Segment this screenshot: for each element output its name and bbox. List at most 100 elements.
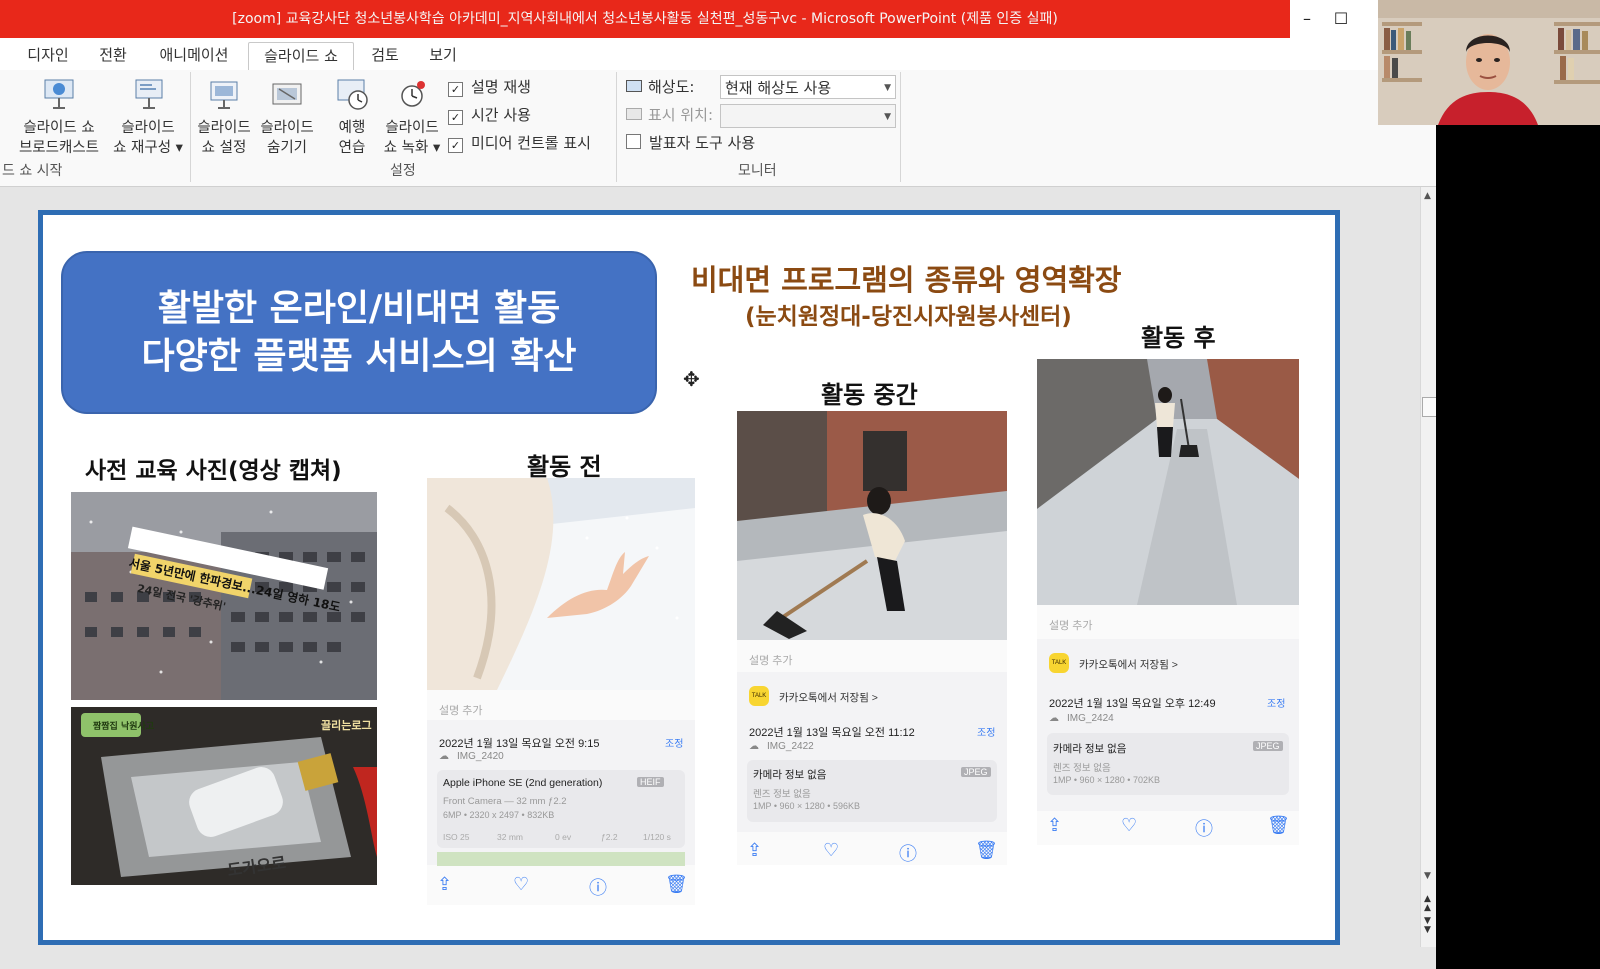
scroll-thumb[interactable] xyxy=(1422,397,1437,417)
scroll-down-icon[interactable]: ▼ xyxy=(1424,871,1431,881)
cloud-icon: ☁ xyxy=(749,741,759,752)
add-caption[interactable]: 설명 추가 xyxy=(749,652,793,668)
label-after: 활동 후 xyxy=(1141,324,1216,352)
custom-show-icon xyxy=(130,76,166,112)
resolution-text: 해상도: xyxy=(648,78,695,96)
slide[interactable]: 활발한 온라인/비대면 활동 다양한 플랫폼 서비스의 확산 비대면 프로그램의… xyxy=(38,210,1340,945)
adjust-link[interactable]: 조정 xyxy=(977,724,995,739)
saved-from-label[interactable]: 카카오톡에서 저장됨 > xyxy=(1079,657,1178,672)
tab-transitions[interactable]: 전환 xyxy=(88,42,138,69)
group-monitor-label: 모니터 xyxy=(738,163,777,179)
exif-iso: ISO 25 xyxy=(443,832,470,842)
shoveling-snow-image xyxy=(737,411,1007,640)
share-icon[interactable]: ⇪ xyxy=(437,874,452,895)
hide-slide-button[interactable]: 슬라이드 숨기기 xyxy=(256,76,318,158)
before-photo xyxy=(427,478,695,690)
info-icon[interactable]: ⓘ xyxy=(1195,815,1213,841)
tab-view[interactable]: 보기 xyxy=(418,42,468,69)
dropdown-arrow-icon: ▼ xyxy=(884,112,891,122)
resolution-value: 현재 해상도 사용 xyxy=(725,79,832,97)
window-controls: – ☐ xyxy=(1290,0,1378,38)
custom-slideshow-button[interactable]: 슬라이드 쇼 재구성 ▾ xyxy=(110,76,186,158)
saved-from-label[interactable]: 카카오톡에서 저장됨 > xyxy=(779,690,878,705)
show-on-dropdown[interactable]: ▼ xyxy=(720,104,896,128)
image-specs: 1MP • 960 × 1280 • 596KB xyxy=(753,801,860,811)
cloud-icon: ☁ xyxy=(439,751,449,762)
checkbox-checked-icon: ✓ xyxy=(448,138,463,153)
setup-show-icon xyxy=(206,76,242,112)
tab-slideshow[interactable]: 슬라이드 쇼 xyxy=(248,42,354,71)
label-pre-education: 사전 교육 사진(영상 캡쳐) xyxy=(85,458,342,484)
title-box: 활발한 온라인/비대면 활동 다양한 플랫폼 서비스의 확산 xyxy=(61,251,657,414)
after-photo xyxy=(1037,359,1299,605)
webcam-video xyxy=(1378,0,1600,125)
play-narrations-checkbox[interactable]: ✓ 설명 재생 xyxy=(448,76,531,98)
cleared-path-image xyxy=(1037,359,1299,605)
ribbon-separator xyxy=(190,72,191,182)
hide-slide-icon xyxy=(269,76,305,112)
record-slideshow-button[interactable]: 슬라이드 쇼 녹화 ▾ xyxy=(380,76,444,158)
favorite-heart-icon[interactable]: ♡ xyxy=(1121,815,1137,836)
setup-label-1: 슬라이드 xyxy=(197,120,251,136)
rehearse-timings-button[interactable]: 예행 연습 xyxy=(326,76,378,158)
info-icon[interactable]: ⓘ xyxy=(589,874,607,900)
after-photo-info-panel: 설명 추가 TALK 카카오톡에서 저장됨 > 2022년 1월 13일 목요일… xyxy=(1037,605,1299,845)
window-title-bar: [zoom] 교육강사단 청소년봉사학습 아카데미_지역사회내에서 청소년봉사활… xyxy=(0,0,1290,38)
info-icon[interactable]: ⓘ xyxy=(899,840,917,866)
group-start-label: 드 쇼 시작 xyxy=(2,163,63,179)
tab-review[interactable]: 검토 xyxy=(360,42,410,69)
image-specs: 1MP • 960 × 1280 • 702KB xyxy=(1053,775,1160,785)
show-media-controls-checkbox[interactable]: ✓ 미디어 컨트롤 표시 xyxy=(448,132,591,154)
image-specs: 6MP • 2320 x 2497 • 832KB xyxy=(443,810,555,820)
prev-slide-icon[interactable]: ▲ ▲ xyxy=(1424,895,1431,913)
adjust-link[interactable]: 조정 xyxy=(665,735,683,750)
trash-icon[interactable]: 🗑 xyxy=(665,874,688,895)
exif-focal: 32 mm xyxy=(497,832,523,842)
share-icon[interactable]: ⇪ xyxy=(747,840,762,861)
map-preview xyxy=(437,852,685,866)
adjust-link[interactable]: 조정 xyxy=(1267,695,1285,710)
file-name: IMG_2420 xyxy=(457,751,504,762)
trash-icon[interactable]: 🗑 xyxy=(975,840,998,861)
hide-slide-label-1: 슬라이드 xyxy=(260,120,314,136)
scroll-up-icon[interactable]: ▲ xyxy=(1424,191,1431,201)
camera-lens: Front Camera — 32 mm ƒ2.2 xyxy=(443,796,567,807)
title-box-line-2: 다양한 플랫폼 서비스의 확산 xyxy=(141,336,577,377)
minimize-button[interactable]: – xyxy=(1290,0,1324,38)
trash-icon[interactable]: 🗑 xyxy=(1267,815,1290,836)
format-badge: JPEG xyxy=(1253,741,1283,751)
checkbox-checked-icon: ✓ xyxy=(448,82,463,97)
show-on-text: 표시 위치: xyxy=(648,106,714,124)
window-title: [zoom] 교육강사단 청소년봉사학습 아카데미_지역사회내에서 청소년봉사활… xyxy=(232,11,1058,27)
setup-label-2: 쇼 설정 xyxy=(201,140,247,156)
next-slide-icon[interactable]: ▼ ▼ xyxy=(1424,917,1431,935)
rehearse-label-1: 예행 xyxy=(338,120,366,136)
use-timings-checkbox[interactable]: ✓ 시간 사용 xyxy=(448,104,531,126)
group-setup-label: 설정 xyxy=(390,163,416,179)
camera-info: 카메라 정보 없음 xyxy=(1053,743,1127,755)
record-icon xyxy=(394,76,430,112)
share-icon[interactable]: ⇪ xyxy=(1047,815,1062,836)
tab-animations[interactable]: 애니메이션 xyxy=(146,42,242,69)
custom-show-label-2: 쇼 재구성 ▾ xyxy=(113,140,183,156)
label-middle: 활동 중간 xyxy=(821,381,918,409)
lens-info: 렌즈 정보 없음 xyxy=(753,789,811,800)
add-caption[interactable]: 설명 추가 xyxy=(1049,617,1093,633)
title-box-line-1: 활발한 온라인/비대면 활동 xyxy=(157,288,561,329)
favorite-heart-icon[interactable]: ♡ xyxy=(823,840,839,861)
tab-design[interactable]: 디자인 xyxy=(14,42,82,69)
setup-slideshow-button[interactable]: 슬라이드 쇼 설정 xyxy=(194,76,254,158)
presenter-view-checkbox[interactable]: 발표자 도구 사용 xyxy=(626,132,755,154)
ribbon: 슬라이드 쇼 브로드캐스트 슬라이드 쇼 재구성 ▾ 드 쇼 시작 슬라이드 쇼… xyxy=(0,70,1436,187)
resolution-dropdown[interactable]: 현재 해상도 사용 ▼ xyxy=(720,75,896,99)
broadcast-slideshow-button[interactable]: 슬라이드 쇼 브로드캐스트 xyxy=(14,76,104,158)
device-name: Apple iPhone SE (2nd generation) xyxy=(443,777,603,789)
favorite-heart-icon[interactable]: ♡ xyxy=(513,874,529,895)
kakaotalk-icon: TALK xyxy=(1049,653,1069,673)
maximize-button[interactable]: ☐ xyxy=(1324,0,1358,38)
tv-tag: 짬짬집 낙원사고 xyxy=(93,722,155,732)
rehearse-icon xyxy=(334,76,370,112)
vertical-scrollbar[interactable]: ▲ ▼ ▲ ▲ ▼ ▼ xyxy=(1420,187,1437,947)
label-before: 활동 전 xyxy=(527,453,602,481)
add-caption[interactable]: 설명 추가 xyxy=(439,702,483,718)
